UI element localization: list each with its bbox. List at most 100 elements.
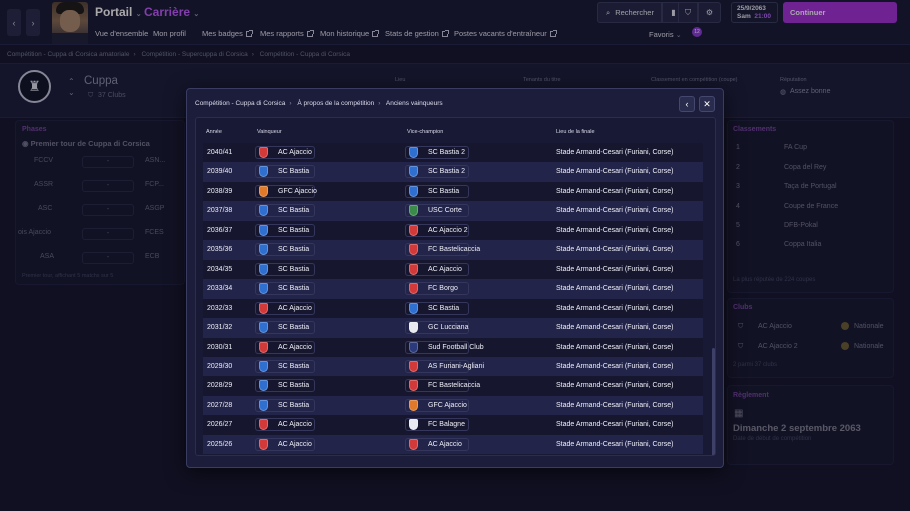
table-row[interactable]: 2038/39 GFC Ajaccio SC Bastia Stade Armand-… — [203, 181, 703, 202]
final-venue[interactable]: Stade Armand-Cesari (Furiani, Corse) — [556, 149, 674, 156]
winner-club[interactable]: SC Bastia — [278, 324, 309, 331]
year-cell: 2028/29 — [207, 382, 233, 390]
winner-club[interactable]: SC Bastia — [278, 227, 309, 234]
column-header[interactable]: Vice-champion — [407, 129, 443, 135]
table-row[interactable]: 2034/35 SC Bastia AC Ajaccio Stade Armand-C… — [203, 259, 703, 280]
winner-club[interactable]: SC Bastia — [278, 246, 309, 253]
winner-club[interactable]: SC Bastia — [278, 207, 309, 214]
modal-back-button[interactable]: ‹ — [679, 96, 695, 112]
club-crest-icon — [259, 399, 268, 411]
breadcrumb-item: Anciens vainqueurs — [385, 100, 443, 107]
final-venue[interactable]: Stade Armand-Cesari (Furiani, Corse) — [556, 168, 674, 175]
final-venue[interactable]: Stade Armand-Cesari (Furiani, Corse) — [556, 441, 674, 448]
modal-close-button[interactable]: ✕ — [699, 96, 715, 112]
final-venue[interactable]: Stade Armand-Cesari (Furiani, Corse) — [556, 363, 674, 370]
table-row[interactable]: 2032/33 AC Ajaccio SC Bastia Stade Armand-C… — [203, 298, 703, 319]
breadcrumb-item[interactable]: À propos de la compétition — [297, 100, 374, 107]
table-row[interactable]: 2029/30 SC Bastia AS Furiani-Agliani Stade … — [203, 356, 703, 377]
winner-club[interactable]: SC Bastia — [278, 382, 309, 389]
runner-up-club[interactable]: AC Ajaccio — [428, 266, 462, 273]
winner-club[interactable]: SC Bastia — [278, 363, 309, 370]
year-cell: 2040/41 — [207, 149, 233, 156]
year-cell: 2036/37 — [207, 226, 233, 234]
club-crest-icon — [409, 399, 418, 411]
club-crest-icon — [409, 147, 418, 158]
runner-up-club[interactable]: SC Bastia 2 — [428, 168, 465, 175]
column-header[interactable]: Lieu de la finale — [556, 129, 595, 135]
year-cell: 2034/35 — [207, 265, 233, 273]
runner-up-club[interactable]: AC Ajaccio — [428, 441, 462, 448]
winner-club[interactable]: SC Bastia — [278, 168, 309, 175]
year-cell: 2029/30 — [207, 362, 233, 370]
winner-club[interactable]: GFC Ajaccio — [278, 188, 317, 195]
final-venue[interactable]: Stade Armand-Cesari (Furiani, Corse) — [556, 344, 674, 351]
runner-up-club[interactable]: GC Lucciana — [428, 324, 468, 331]
scrollbar[interactable] — [712, 348, 715, 455]
breadcrumb-item[interactable]: Compétition - Cuppa di Corsica — [195, 100, 285, 107]
runner-up-club[interactable]: SC Bastia — [428, 188, 459, 195]
club-crest-icon — [409, 244, 418, 256]
table-row[interactable]: 2037/38 SC Bastia USC Corte Stade Armand-Ce… — [203, 201, 703, 221]
final-venue[interactable]: Stade Armand-Cesari (Furiani, Corse) — [556, 207, 674, 214]
table-row[interactable]: 2030/31 AC Ajaccio Sud Football Club Stade … — [203, 337, 703, 357]
winner-club[interactable]: SC Bastia — [278, 285, 309, 292]
club-crest-icon — [259, 244, 268, 256]
runner-up-club[interactable]: SC Bastia 2 — [428, 149, 465, 156]
table-row[interactable]: 2033/34 SC Bastia FC Borgo Stade Armand-Ces… — [203, 279, 703, 299]
winner-club[interactable]: AC Ajaccio — [278, 305, 312, 312]
club-crest-icon — [409, 263, 418, 275]
column-header[interactable]: Année — [206, 129, 222, 135]
runner-up-club[interactable]: AS Furiani-Agliani — [428, 363, 484, 370]
year-cell: 2026/27 — [207, 421, 233, 429]
runner-up-club[interactable]: GFC Ajaccio — [428, 402, 467, 409]
column-header[interactable]: Vainqueur — [257, 129, 282, 135]
club-crest-icon — [409, 360, 418, 372]
final-venue[interactable]: Stade Armand-Cesari (Furiani, Corse) — [556, 285, 674, 292]
final-venue[interactable]: Stade Armand-Cesari (Furiani, Corse) — [556, 421, 674, 428]
final-venue[interactable]: Stade Armand-Cesari (Furiani, Corse) — [556, 402, 674, 409]
club-crest-icon — [259, 302, 268, 314]
final-venue[interactable]: Stade Armand-Cesari (Furiani, Corse) — [556, 305, 674, 312]
runner-up-club[interactable]: FC Borgo — [428, 285, 458, 292]
club-crest-icon — [409, 224, 418, 236]
winner-club[interactable]: AC Ajaccio — [278, 421, 312, 428]
winner-club[interactable]: AC Ajaccio — [278, 441, 312, 448]
year-cell: 2030/31 — [207, 343, 233, 351]
year-cell: 2032/33 — [207, 304, 233, 312]
table-row[interactable]: 2025/26 AC Ajaccio AC Ajaccio Stade Armand-… — [203, 434, 703, 455]
table-row[interactable]: 2039/40 SC Bastia SC Bastia 2 Stade Armand-… — [203, 162, 703, 182]
winner-club[interactable]: SC Bastia — [278, 402, 309, 409]
table-row[interactable]: 2027/28 SC Bastia GFC Ajaccio Stade Armand-… — [203, 395, 703, 416]
winner-club[interactable]: AC Ajaccio — [278, 344, 312, 351]
final-venue[interactable]: Stade Armand-Cesari (Furiani, Corse) — [556, 188, 674, 195]
final-venue[interactable]: Stade Armand-Cesari (Furiani, Corse) — [556, 382, 674, 389]
chevron-left-icon: ‹ — [685, 99, 689, 109]
table-row[interactable]: 2031/32 SC Bastia GC Lucciana Stade Armand-… — [203, 318, 703, 338]
table-row[interactable]: 2035/36 SC Bastia FC Bastelicaccia Stade Ar… — [203, 240, 703, 260]
club-crest-icon — [259, 224, 268, 236]
club-crest-icon — [259, 283, 268, 295]
table-row[interactable]: 2026/27 AC Ajaccio FC Balagne Stade Armand-… — [203, 415, 703, 435]
final-venue[interactable]: Stade Armand-Cesari (Furiani, Corse) — [556, 324, 674, 331]
club-crest-icon — [259, 419, 268, 431]
runner-up-club[interactable]: FC Bastelicaccia — [428, 246, 480, 253]
runner-up-club[interactable]: SC Bastia — [428, 305, 459, 312]
final-venue[interactable]: Stade Armand-Cesari (Furiani, Corse) — [556, 266, 674, 273]
winner-club[interactable]: SC Bastia — [278, 266, 309, 273]
club-crest-icon — [259, 360, 268, 372]
runner-up-club[interactable]: AC Ajaccio 2 — [428, 227, 468, 234]
runner-up-club[interactable]: FC Balagne — [428, 421, 465, 428]
final-venue[interactable]: Stade Armand-Cesari (Furiani, Corse) — [556, 227, 674, 234]
winner-club[interactable]: AC Ajaccio — [278, 149, 312, 156]
close-icon: ✕ — [703, 98, 711, 109]
final-venue[interactable]: Stade Armand-Cesari (Furiani, Corse) — [556, 246, 674, 253]
table-row[interactable]: 2028/29 SC Bastia FC Bastelicaccia Stade Ar… — [203, 376, 703, 396]
runner-up-club[interactable]: Sud Football Club — [428, 344, 484, 351]
runner-up-club[interactable]: USC Corte — [428, 207, 462, 214]
runner-up-club[interactable]: FC Bastelicaccia — [428, 382, 480, 389]
table-row[interactable]: 2036/37 SC Bastia AC Ajaccio 2 Stade Armand… — [203, 220, 703, 241]
table-row[interactable]: 2040/41 AC Ajaccio SC Bastia 2 Stade Armand… — [203, 143, 703, 163]
club-crest-icon — [409, 341, 418, 353]
year-cell: 2027/28 — [207, 401, 233, 409]
year-cell: 2033/34 — [207, 285, 233, 293]
